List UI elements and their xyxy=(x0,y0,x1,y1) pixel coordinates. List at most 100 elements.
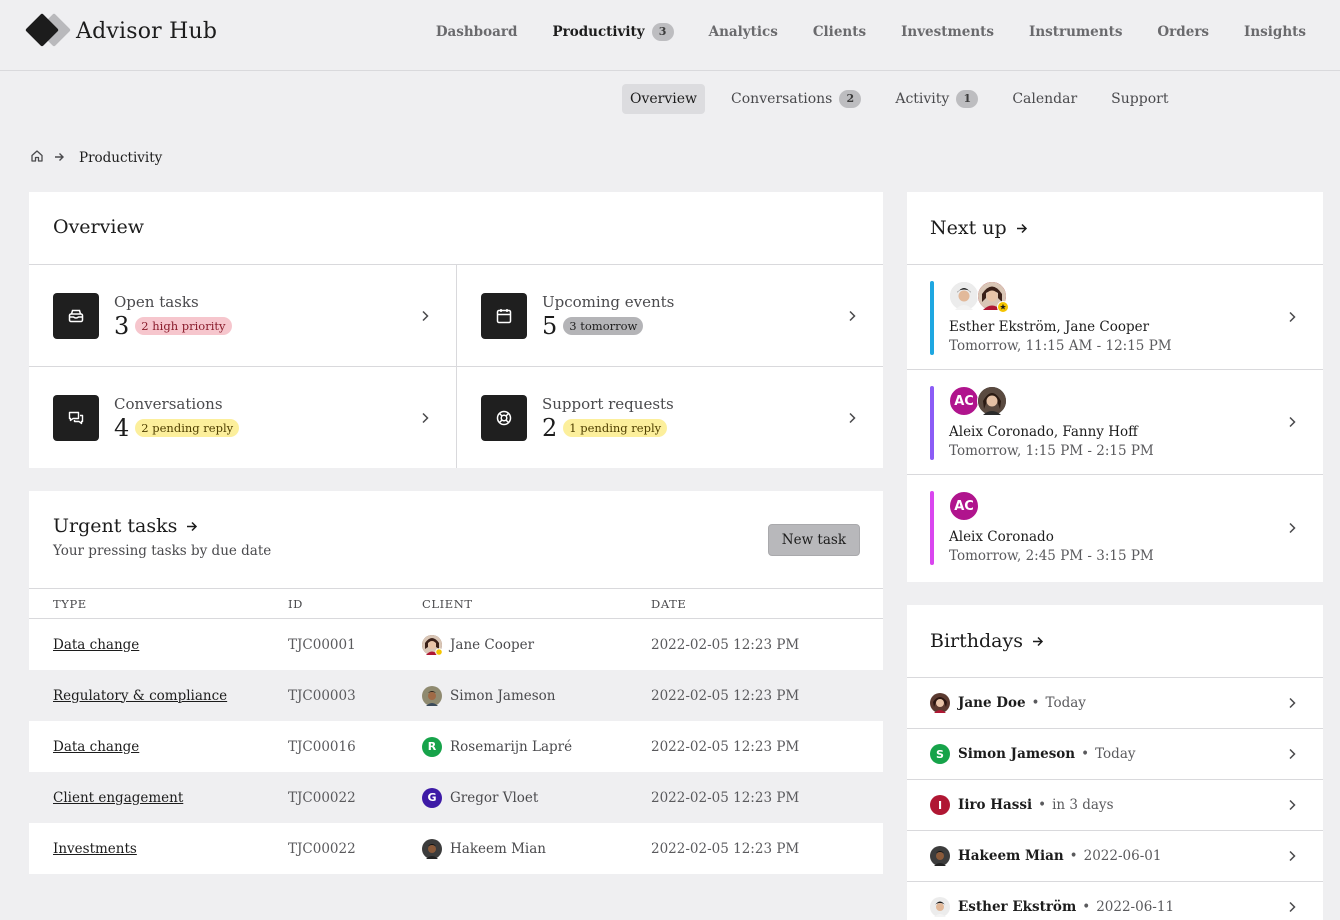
separator-dot: • xyxy=(1069,848,1078,864)
table-row[interactable]: Client engagement TJC00022 G Gregor Vloe… xyxy=(29,772,883,823)
nav-analytics[interactable]: Analytics xyxy=(709,22,778,42)
birthday-item[interactable]: I Iiro Hassi • in 3 days xyxy=(907,780,1323,831)
birthday-item[interactable]: S Simon Jameson • Today xyxy=(907,729,1323,780)
nav-dashboard[interactable]: Dashboard xyxy=(436,22,518,42)
separator-dot: • xyxy=(1082,899,1091,915)
tile-value: 4 xyxy=(114,413,130,442)
tile-support-requests[interactable]: Support requests 2 1 pending reply xyxy=(457,367,883,468)
avatar: I xyxy=(930,795,950,815)
column-header-client[interactable]: CLIENT xyxy=(422,597,651,611)
birthday-name: Jane Doe xyxy=(958,695,1026,711)
tab-calendar[interactable]: Calendar xyxy=(1004,84,1085,114)
lifebuoy-icon xyxy=(481,394,527,441)
task-id: TJC00016 xyxy=(288,738,356,755)
nav-label: Productivity xyxy=(552,24,645,40)
app-title: Advisor Hub xyxy=(76,18,218,44)
birthday-item[interactable]: Jane Doe • Today xyxy=(907,678,1323,729)
tab-label: Calendar xyxy=(1012,91,1078,107)
tab-label: Overview xyxy=(630,91,698,107)
arrow-right-icon xyxy=(1016,223,1027,233)
chevron-right-icon xyxy=(849,412,856,423)
task-type-link[interactable]: Regulatory & compliance xyxy=(53,688,227,704)
column-header-id[interactable]: ID xyxy=(288,597,422,611)
birthdays-header[interactable]: Birthdays xyxy=(907,605,1323,678)
chat-bubbles-icon xyxy=(53,394,99,441)
event-item[interactable]: AC Aleix Coronado, Fanny Hoff Tomorrow, … xyxy=(907,370,1323,475)
birthday-item[interactable]: Hakeem Mian • 2022-06-01 xyxy=(907,831,1323,882)
birthday-name: Esther Ekström xyxy=(958,899,1077,915)
tile-open-tasks[interactable]: Open tasks 3 2 high priority xyxy=(29,265,457,367)
client-name: Gregor Vloet xyxy=(450,789,539,806)
table-row[interactable]: Investments TJC00022 Hakeem Mian 2022-02… xyxy=(29,823,883,874)
task-date: 2022-02-05 12:23 PM xyxy=(651,636,800,653)
status-badge: 1 pending reply xyxy=(563,418,668,437)
client-name: Simon Jameson xyxy=(450,687,556,704)
birthdays-card: Birthdays Jane Doe • Today S Simon James… xyxy=(907,605,1323,920)
logo[interactable]: Advisor Hub xyxy=(25,13,218,48)
birthday-when: in 3 days xyxy=(1052,797,1114,813)
chevron-right-icon xyxy=(1289,799,1296,811)
event-item[interactable]: Esther Ekström, Jane Cooper Tomorrow, 11… xyxy=(907,265,1323,370)
star-icon xyxy=(997,301,1009,313)
tile-upcoming-events[interactable]: Upcoming events 5 3 tomorrow xyxy=(457,265,883,367)
urgent-tasks-card: Urgent tasks Your pressing tasks by due … xyxy=(29,491,883,874)
task-type-link[interactable]: Data change xyxy=(53,739,139,755)
birthday-item[interactable]: Esther Ekström • 2022-06-11 xyxy=(907,882,1323,920)
table-row[interactable]: Regulatory & compliance TJC00003 Simon J… xyxy=(29,670,883,721)
event-time: Tomorrow, 11:15 AM - 12:15 PM xyxy=(949,338,1172,354)
task-date: 2022-02-05 12:23 PM xyxy=(651,738,800,755)
column-header-type[interactable]: TYPE xyxy=(29,597,288,611)
avatar xyxy=(930,693,950,713)
chevron-right-icon xyxy=(1289,901,1296,913)
new-task-button[interactable]: New task xyxy=(767,524,860,556)
avatar xyxy=(930,897,950,917)
birthday-name: Hakeem Mian xyxy=(958,848,1064,864)
status-badge: 2 pending reply xyxy=(135,418,240,437)
nav-investments[interactable]: Investments xyxy=(901,22,994,42)
tab-badge: 2 xyxy=(839,90,862,108)
tab-label: Conversations xyxy=(731,91,833,107)
nav-orders[interactable]: Orders xyxy=(1157,22,1209,42)
avatar xyxy=(422,838,442,859)
nav-label: Orders xyxy=(1157,24,1210,40)
nav-insights[interactable]: Insights xyxy=(1244,22,1306,42)
next-up-header[interactable]: Next up xyxy=(907,192,1323,265)
table-row[interactable]: Data change TJC00001 Jane Cooper 2022-02… xyxy=(29,619,883,670)
event-item[interactable]: AC Aleix Coronado Tomorrow, 2:45 PM - 3:… xyxy=(907,475,1323,580)
birthdays-title: Birthdays xyxy=(930,630,1023,652)
event-time: Tomorrow, 2:45 PM - 3:15 PM xyxy=(949,548,1154,564)
nav-clients[interactable]: Clients xyxy=(813,22,866,42)
task-type-link[interactable]: Data change xyxy=(53,637,139,653)
home-icon[interactable] xyxy=(30,149,44,167)
urgent-tasks-title-link[interactable]: Urgent tasks xyxy=(53,515,859,537)
tile-conversations[interactable]: Conversations 4 2 pending reply xyxy=(29,367,457,468)
tile-value: 5 xyxy=(542,311,558,340)
main-nav: Dashboard Productivity 3 Analytics Client… xyxy=(401,22,1306,42)
event-color-bar xyxy=(930,386,934,460)
nav-productivity[interactable]: Productivity 3 xyxy=(552,22,674,42)
tab-activity[interactable]: Activity 1 xyxy=(887,83,986,115)
nav-instruments[interactable]: Instruments xyxy=(1029,22,1122,42)
tab-support[interactable]: Support xyxy=(1103,84,1176,114)
birthday-name: Iiro Hassi xyxy=(958,797,1033,813)
chevron-right-icon xyxy=(1289,416,1296,428)
nav-label: Dashboard xyxy=(435,24,518,40)
nav-label: Investments xyxy=(901,24,994,40)
next-up-card: Next up Esther Ekström, Jane Cooper Tomo… xyxy=(907,192,1323,582)
client-name: Jane Cooper xyxy=(450,636,535,653)
task-type-link[interactable]: Client engagement xyxy=(53,790,183,806)
table-row[interactable]: Data change TJC00016 R Rosemarijn Lapré … xyxy=(29,721,883,772)
tab-overview[interactable]: Overview xyxy=(622,84,706,114)
tab-conversations[interactable]: Conversations 2 xyxy=(723,83,869,115)
avatar: AC xyxy=(949,491,979,521)
task-date: 2022-02-05 12:23 PM xyxy=(651,687,800,704)
task-type-link[interactable]: Investments xyxy=(53,841,137,857)
sub-nav: Overview Conversations 2 Activity 1 Calend… xyxy=(622,83,1194,115)
event-color-bar xyxy=(930,491,934,565)
urgent-tasks-title: Urgent tasks xyxy=(53,515,178,537)
chevron-right-icon xyxy=(1289,697,1296,709)
avatar xyxy=(422,685,442,706)
column-header-date[interactable]: DATE xyxy=(651,597,686,611)
birthday-when: 2022-06-01 xyxy=(1083,848,1162,864)
nav-badge: 3 xyxy=(651,23,674,41)
